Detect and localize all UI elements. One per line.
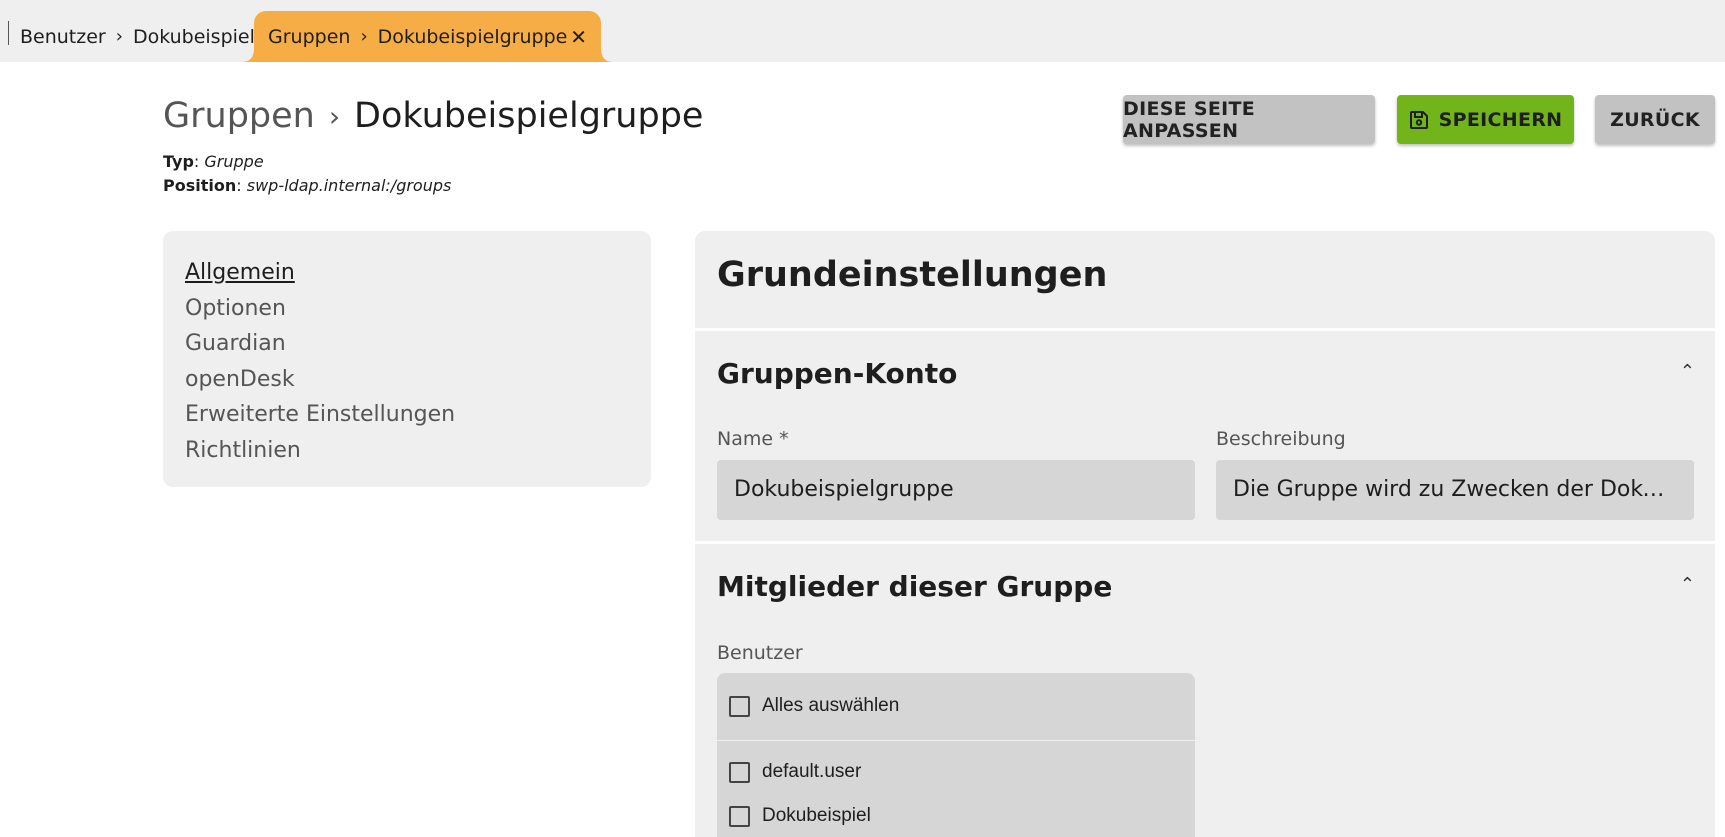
description-label: Beschreibung	[1216, 428, 1346, 450]
back-button[interactable]: ZURÜCK	[1595, 95, 1715, 144]
back-label: ZURÜCK	[1610, 108, 1700, 131]
type-value: Gruppe	[204, 152, 264, 171]
side-navigation: Allgemein Optionen Guardian openDesk Erw…	[163, 231, 651, 487]
save-label: SPEICHERN	[1438, 108, 1563, 131]
tab-group-dokubeispielgruppe[interactable]: Gruppen › Dokubeispielgruppe ✕	[254, 11, 601, 62]
chevron-right-icon: ›	[115, 26, 123, 47]
nav-item-allgemein[interactable]: Allgemein	[185, 257, 629, 293]
chevron-up-icon[interactable]: ⌃	[1680, 361, 1695, 382]
section-title-gruppen-konto[interactable]: Gruppen-Konto	[717, 357, 957, 390]
tab-user-dokubeispiel[interactable]: Benutzer › Dokubeispiel	[20, 11, 255, 62]
close-icon[interactable]: ✕	[570, 25, 587, 49]
customize-page-button[interactable]: DIESE SEITE ANPASSEN	[1123, 95, 1375, 144]
floppy-disk-icon	[1409, 110, 1428, 129]
select-all-label: Alles auswählen	[762, 695, 900, 716]
position-label: Position	[163, 176, 237, 195]
nav-item-richtlinien[interactable]: Richtlinien	[185, 435, 629, 471]
chevron-right-icon: ›	[360, 26, 368, 47]
users-label: Benutzer	[717, 642, 803, 664]
save-button[interactable]: SPEICHERN	[1397, 95, 1574, 144]
list-item[interactable]: Dokubeispiel	[729, 805, 871, 827]
tab-label-part: Dokubeispielgruppe	[377, 25, 568, 48]
tab-label-part: Dokubeispiel	[132, 25, 255, 48]
chevron-up-icon[interactable]: ⌃	[1680, 574, 1695, 595]
tab-separator	[8, 21, 9, 45]
page-title: Dokubeispielgruppe	[354, 96, 704, 136]
type-info: Typ: Gruppe	[163, 152, 264, 171]
main-panel: Grundeinstellungen Gruppen-Konto ⌃ Name …	[695, 231, 1715, 837]
checkbox-icon[interactable]	[729, 761, 750, 783]
panel-title: Grundeinstellungen	[717, 255, 1108, 295]
nav-item-optionen[interactable]: Optionen	[185, 293, 629, 329]
tab-label-part: Gruppen	[268, 25, 351, 48]
user-name: Dokubeispiel	[762, 805, 871, 826]
name-label: Name *	[717, 428, 789, 450]
nav-item-opendesk[interactable]: openDesk	[185, 364, 629, 400]
divider	[717, 740, 1195, 741]
list-item[interactable]: default.user	[729, 761, 861, 783]
nav-item-guardian[interactable]: Guardian	[185, 328, 629, 364]
checkbox-icon[interactable]	[729, 805, 750, 827]
divider	[695, 541, 1715, 544]
tab-label-part: Benutzer	[20, 25, 106, 48]
section-title-mitglieder[interactable]: Mitglieder dieser Gruppe	[717, 570, 1112, 603]
description-input[interactable]: Die Gruppe wird zu Zwecken der Dokumenta…	[1216, 460, 1694, 520]
type-label: Typ	[163, 152, 194, 171]
customize-page-label: DIESE SEITE ANPASSEN	[1123, 97, 1256, 142]
chevron-right-icon: ›	[328, 99, 341, 133]
select-all-checkbox[interactable]: Alles auswählen	[729, 695, 899, 717]
breadcrumb-parent[interactable]: Gruppen	[163, 96, 315, 136]
nav-item-erweiterte-einstellungen[interactable]: Erweiterte Einstellungen	[185, 399, 629, 435]
position-info: Position: swp-ldap.internal:/groups	[163, 176, 452, 195]
position-value: swp-ldap.internal:/groups	[246, 176, 452, 195]
checkbox-icon[interactable]	[729, 695, 750, 717]
divider	[695, 328, 1715, 331]
breadcrumb: Gruppen › Dokubeispielgruppe	[163, 96, 703, 136]
tab-bar: Benutzer › Dokubeispiel Gruppen › Dokube…	[0, 0, 1725, 62]
user-name: default.user	[762, 761, 862, 782]
users-list: Alles auswählen default.user Dokubeispie…	[717, 673, 1195, 837]
name-input[interactable]: Dokubeispielgruppe	[717, 460, 1195, 520]
